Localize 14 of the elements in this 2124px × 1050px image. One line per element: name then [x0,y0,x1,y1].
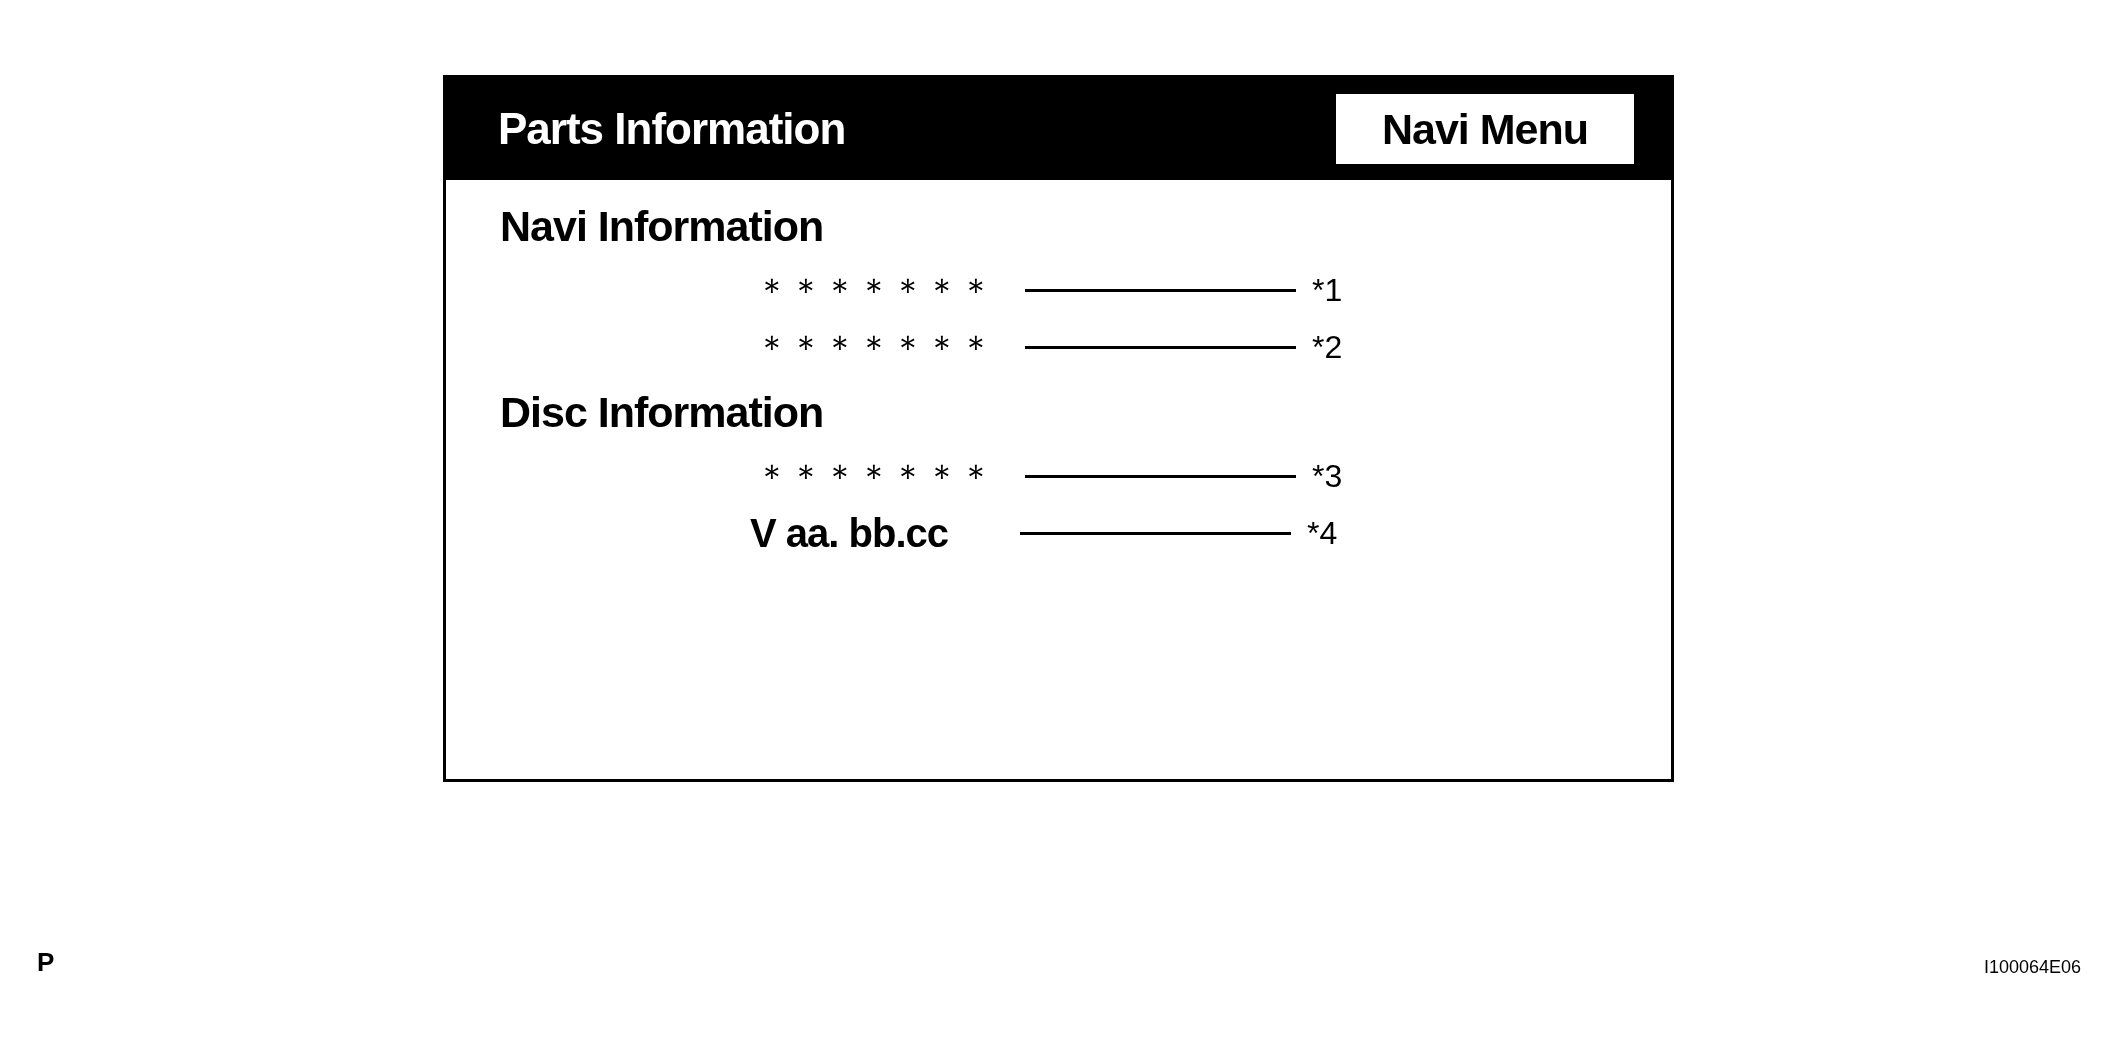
info-value: V aa. bb.cc [750,511,949,556]
info-value: ＊＊＊＊＊＊＊ [755,269,994,311]
callout-label: *1 [1312,272,1343,309]
info-value: ＊＊＊＊＊＊＊ [755,326,994,368]
callout-label: *3 [1312,458,1343,495]
section-heading: Disc Information [500,388,824,438]
page-marker: P [37,947,55,978]
navi-menu-button[interactable]: Navi Menu [1336,94,1634,164]
screen-title: Parts Information [498,104,846,154]
callout-label: *4 [1307,515,1338,552]
figure-id: I100064E06 [1983,957,2081,978]
callout-label: *2 [1312,329,1343,366]
info-value: ＊＊＊＊＊＊＊ [755,455,994,497]
section-heading: Navi Information [500,202,824,252]
